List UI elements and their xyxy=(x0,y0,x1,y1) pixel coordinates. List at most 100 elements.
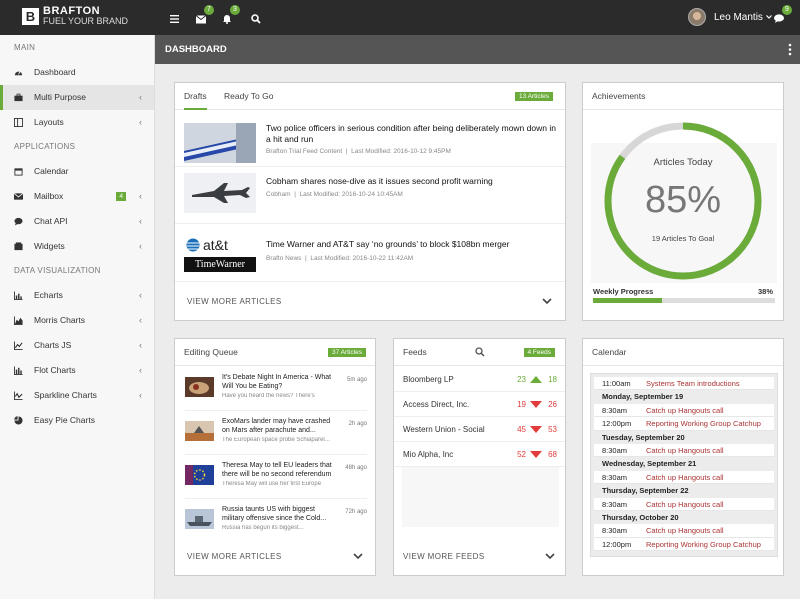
view-more-queue-link[interactable]: VIEW MORE ARTICLES xyxy=(187,552,282,561)
layout-icon xyxy=(14,118,23,127)
bell-icon xyxy=(223,15,231,24)
list-item[interactable]: Theresa May to tell EU leaders that ther… xyxy=(185,457,367,499)
sidebar-item-echarts[interactable]: Echarts ‹ xyxy=(0,283,154,308)
list-item[interactable]: at&t TimeWarner Time Warner and AT&T say… xyxy=(175,224,565,282)
trend-down-icon xyxy=(530,426,542,433)
area-chart-icon xyxy=(14,316,23,325)
achievements-panel: Achievements Articles Today 85% 19 Artic… xyxy=(582,82,784,321)
trend-down-icon xyxy=(530,451,542,458)
search-icon[interactable] xyxy=(475,347,485,357)
article-modified: Last Modified: 2016-10-22 11:42AM xyxy=(310,255,414,262)
calendar-event[interactable]: 12:00pm Reporting Working Group Catchup xyxy=(594,537,774,552)
hamburger-menu-icon[interactable] xyxy=(170,11,184,25)
feed-row[interactable]: Western Union - Social 45 53 xyxy=(394,417,565,442)
list-item[interactable]: Russia taunts US with biggest military o… xyxy=(185,501,367,543)
queue-thumbnail-mars xyxy=(185,421,214,441)
notifications-button[interactable]: 3 xyxy=(222,5,240,25)
calendar-event[interactable]: 8:30am Catch up Hangouts call xyxy=(594,403,774,418)
bar-chart-icon xyxy=(14,366,23,375)
calendar-event[interactable]: 8:30am Catch up Hangouts call xyxy=(594,443,774,458)
calendar-event[interactable]: 8:30am Catch up Hangouts call xyxy=(594,497,774,511)
sidebar: MAIN Dashboard Multi Purpose ‹ Layouts ‹… xyxy=(0,35,155,599)
sidebar-item-morris-charts[interactable]: Morris Charts ‹ xyxy=(0,308,154,333)
calendar-panel: Calendar 11:00am Systems Team introductio… xyxy=(582,338,784,576)
article-thumbnail-jet xyxy=(184,173,256,213)
calendar-event[interactable]: 12:00pm Reporting Working Group Catchup xyxy=(594,417,774,431)
calendar-day-header: Tuesday, September 20 xyxy=(594,430,774,444)
sidebar-item-dashboard[interactable]: Dashboard xyxy=(0,60,154,85)
chat-icon xyxy=(774,14,784,23)
article-source: Braftn News xyxy=(266,255,302,262)
achievements-title: Achievements xyxy=(592,91,646,101)
weekly-progress-percent: 38% xyxy=(757,287,773,296)
article-title[interactable]: Two police officers in serious condition… xyxy=(266,123,556,145)
view-more-feeds-link[interactable]: VIEW MORE FEEDS xyxy=(403,552,485,561)
top-bar: B BRAFTON FUEL YOUR BRAND 7 3 Leo Mantis… xyxy=(0,0,800,35)
sidebar-item-multi-purpose[interactable]: Multi Purpose ‹ xyxy=(0,85,154,110)
search-button[interactable] xyxy=(251,11,265,25)
list-item[interactable]: Two police officers in serious condition… xyxy=(175,117,565,167)
brand-mark: B xyxy=(22,8,39,25)
more-options-icon[interactable] xyxy=(788,43,792,56)
line-chart-icon xyxy=(14,391,23,400)
feeds-panel: Feeds 4 Feeds Bloomberg LP 23 18 Access … xyxy=(393,338,566,576)
sidebar-item-flot-charts[interactable]: Flot Charts ‹ xyxy=(0,358,154,383)
chevron-left-icon: ‹ xyxy=(139,340,142,350)
mail-button[interactable]: 7 xyxy=(195,5,214,25)
calendar-day-header: Thursday, October 20 xyxy=(594,510,774,525)
articles-count-badge: 13 Articles xyxy=(515,92,553,101)
sidebar-item-chat-api[interactable]: Chat API ‹ xyxy=(0,209,154,234)
calendar-event[interactable]: 11:00am Systems Team introductions xyxy=(594,377,774,391)
briefcase-icon xyxy=(14,93,23,102)
editing-queue-panel: Editing Queue 37 Articles It's Debate Ni… xyxy=(174,338,376,576)
chevron-down-icon[interactable] xyxy=(542,298,552,304)
sidebar-item-mailbox[interactable]: Mailbox 4 ‹ xyxy=(0,184,154,209)
calendar-event[interactable]: 8:30am Catch up Hangouts call xyxy=(594,470,774,485)
feed-row[interactable]: Access Direct, Inc. 19 26 xyxy=(394,392,565,417)
sidebar-item-charts-js[interactable]: Charts JS ‹ xyxy=(0,333,154,358)
notifications-badge: 3 xyxy=(230,5,240,15)
chevron-left-icon: ‹ xyxy=(139,390,142,400)
article-title[interactable]: Time Warner and AT&T say ‘no grounds’ to… xyxy=(266,239,556,250)
article-title[interactable]: Cobham shares nose-dive as it issues sec… xyxy=(266,176,556,187)
ring-label: Articles Today xyxy=(653,157,713,168)
feed-row[interactable]: Mio Alpha, Inc 52 68 xyxy=(394,442,565,467)
brand-logo[interactable]: B BRAFTON FUEL YOUR BRAND xyxy=(22,5,128,26)
avatar xyxy=(688,8,706,26)
att-logo-text: at&t xyxy=(203,236,228,253)
feed-row[interactable]: Bloomberg LP 23 18 xyxy=(394,367,565,392)
view-more-articles-link[interactable]: VIEW MORE ARTICLES xyxy=(187,297,282,306)
chat-icon xyxy=(14,217,23,226)
calendar-icon xyxy=(14,168,23,176)
user-menu[interactable]: Leo Mantis xyxy=(688,8,772,26)
sidebar-item-widgets[interactable]: Widgets ‹ xyxy=(0,234,154,259)
calendar-title: Calendar xyxy=(592,347,627,357)
tab-drafts[interactable]: Drafts xyxy=(184,83,207,110)
sidebar-item-easy-pie-charts[interactable]: Easy Pie Charts xyxy=(0,408,154,433)
list-item[interactable]: It's Debate Night In America - What Will… xyxy=(185,369,367,411)
sidebar-section-main: MAIN xyxy=(14,43,36,52)
sidebar-item-layouts[interactable]: Layouts ‹ xyxy=(0,110,154,135)
brand-name: BRAFTON xyxy=(43,5,101,17)
mail-icon xyxy=(195,15,207,24)
weekly-progress-fill xyxy=(593,298,663,303)
sidebar-item-sparkline-charts[interactable]: Sparkline Charts ‹ xyxy=(0,383,154,408)
timewarner-logo-text: TimeWarner xyxy=(184,257,256,272)
chat-button[interactable]: 9 xyxy=(774,5,792,25)
article-modified: Last Modified: 2016-10-12 9:45PM xyxy=(351,148,451,155)
list-item[interactable]: ExoMars lander may have crashed on Mars … xyxy=(185,413,367,455)
queue-thumbnail-eu-flag xyxy=(185,465,214,485)
trend-down-icon xyxy=(530,401,542,408)
calendar-event[interactable]: 8:30am Catch up Hangouts call xyxy=(594,524,774,538)
chevron-down-icon[interactable] xyxy=(353,553,363,559)
chevron-down-icon[interactable] xyxy=(545,553,555,559)
dashboard-icon xyxy=(14,70,23,76)
chat-badge: 9 xyxy=(782,5,792,15)
sidebar-item-calendar[interactable]: Calendar xyxy=(0,159,154,184)
calendar-day-header: Thursday, September 22 xyxy=(594,484,774,498)
list-item[interactable]: Cobham shares nose-dive as it issues sec… xyxy=(175,167,565,224)
feeds-count-badge: 4 Feeds xyxy=(523,348,555,357)
calendar-day-header: Wednesday, September 21 xyxy=(594,457,774,471)
tab-ready-to-go[interactable]: Ready To Go xyxy=(224,83,273,110)
chevron-left-icon: ‹ xyxy=(139,315,142,325)
